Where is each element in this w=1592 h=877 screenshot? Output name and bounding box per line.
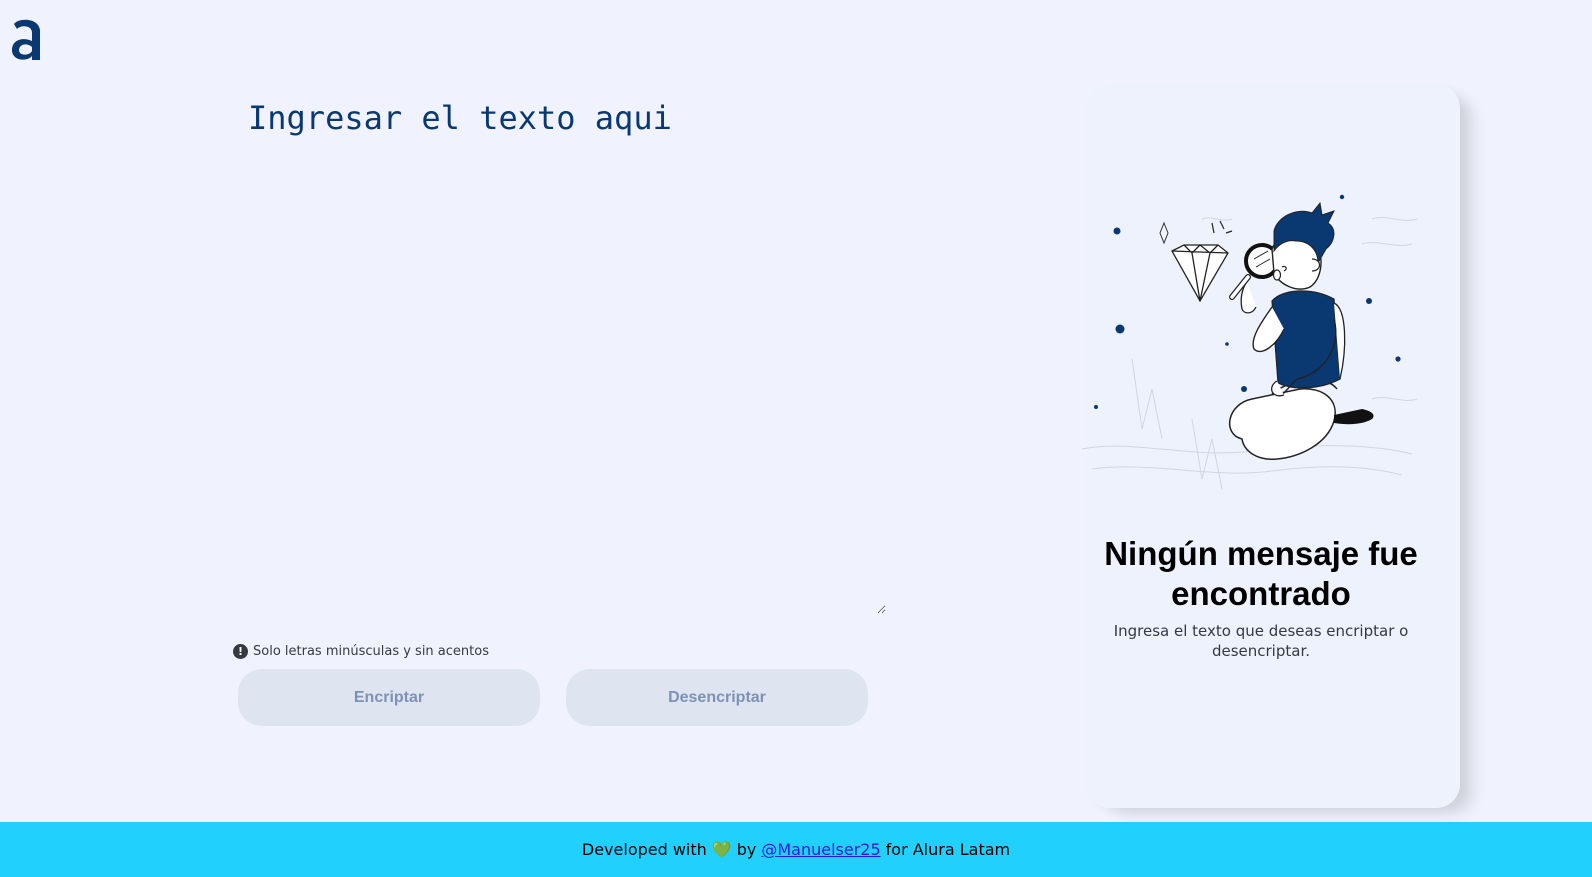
hint-text: Solo letras minúsculas y sin acentos [253, 644, 489, 659]
text-input[interactable] [240, 92, 886, 614]
author-link[interactable]: @Manuelser25 [761, 840, 880, 859]
hint: ! Solo letras minúsculas y sin acentos [233, 644, 489, 659]
person-with-magnifying-glass-illustration [1081, 194, 1418, 490]
footer: Developed with 💚 by @Manuelser25 for Alu… [0, 822, 1592, 877]
decrypt-button[interactable]: Desencriptar [566, 669, 868, 726]
encrypt-button[interactable]: Encriptar [238, 669, 540, 726]
exclamation-circle-icon: ! [233, 644, 248, 659]
empty-state-title: Ningún mensaje fue encontrado [1104, 535, 1418, 612]
footer-prefix: Developed with [581, 840, 707, 859]
green-heart-icon: 💚 [711, 840, 732, 859]
output-panel: Ningún mensaje fue encontrado Ingresa el… [1081, 84, 1460, 808]
alura-logo-icon [12, 19, 40, 60]
empty-state-text: Ingresa el texto que deseas encriptar o … [1113, 622, 1409, 660]
footer-suffix: for Alura Latam [885, 840, 1011, 859]
footer-by: by [736, 840, 757, 859]
